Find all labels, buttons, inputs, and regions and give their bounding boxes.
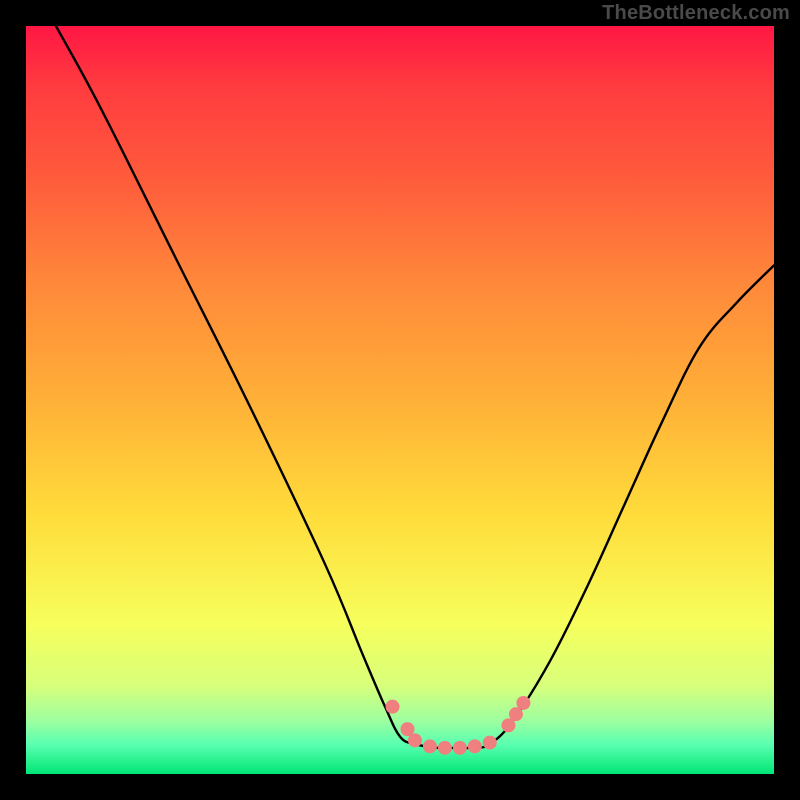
data-marker [453,741,467,755]
data-marker [423,739,437,753]
data-marker [386,700,400,714]
chart-markers [386,696,531,755]
data-marker [408,733,422,747]
plot-area [26,26,774,774]
chart-svg [26,26,774,774]
data-marker [468,739,482,753]
bottleneck-curve [56,26,774,748]
data-marker [438,741,452,755]
data-marker [516,696,530,710]
data-marker [483,736,497,750]
watermark-text: TheBottleneck.com [602,2,790,25]
chart-frame: TheBottleneck.com [0,0,800,800]
chart-lines [56,26,774,748]
